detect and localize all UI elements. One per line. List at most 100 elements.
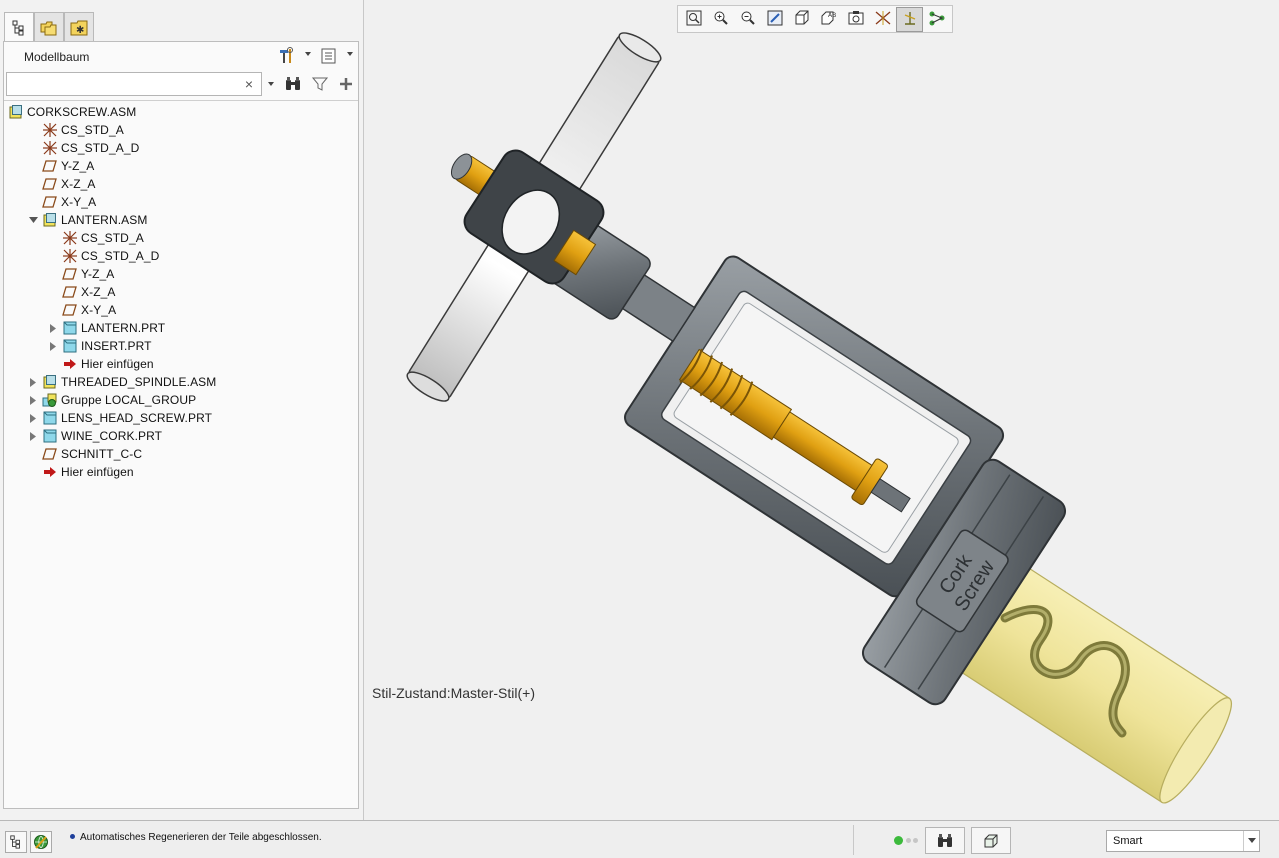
chevron-down-icon[interactable]	[1243, 831, 1259, 851]
view-toolbar: AB	[677, 5, 953, 33]
view-manager-button[interactable]	[842, 7, 869, 32]
tree-item[interactable]: CS_STD_A_D	[28, 139, 139, 157]
tree-item[interactable]: LENS_HEAD_SCREW.PRT	[28, 409, 212, 427]
tree-item[interactable]: X-Z_A	[48, 283, 116, 301]
part-icon	[62, 320, 78, 336]
tree-item[interactable]: Hier einfügen	[48, 355, 154, 373]
expand-arrow-icon[interactable]	[48, 323, 58, 333]
model-tree-panel: Modellbaum × CORKSCREW.ASM CS_STD_A CS_S…	[3, 41, 359, 809]
chevron-down-icon[interactable]	[347, 52, 353, 56]
collapse-arrow-icon[interactable]	[28, 215, 38, 225]
expand-arrow-icon[interactable]	[28, 431, 38, 441]
view-manager-icon	[848, 10, 864, 29]
tree-item-label: LANTERN.PRT	[81, 321, 166, 335]
style-state-label: Stil-Zustand:Master-Stil(+)	[372, 685, 535, 701]
tree-item[interactable]: LANTERN.PRT	[48, 319, 165, 337]
tree-item[interactable]: X-Y_A	[28, 193, 96, 211]
annotation-display-icon	[928, 10, 946, 29]
annotation-display-button[interactable]	[923, 7, 950, 32]
chevron-down-icon[interactable]	[305, 52, 311, 56]
tree-item[interactable]: X-Y_A	[48, 301, 116, 319]
list-settings-icon	[321, 48, 336, 64]
insert-here-arrow-icon	[62, 356, 78, 372]
assembly-icon	[42, 212, 58, 228]
tree-item-label: THREADED_SPINDLE.ASM	[61, 375, 217, 389]
model-tree-tab[interactable]	[4, 12, 34, 43]
find-button[interactable]	[925, 827, 965, 854]
tree-item[interactable]: SCHNITT_C-C	[28, 445, 142, 463]
tree-item[interactable]: CS_STD_A	[28, 121, 124, 139]
refit-icon	[686, 10, 702, 29]
expand-arrow-icon[interactable]	[48, 341, 58, 351]
tree-item[interactable]: Gruppe LOCAL_GROUP	[28, 391, 196, 409]
binoculars-icon	[938, 833, 952, 847]
show-options-button[interactable]	[318, 46, 340, 66]
toggle-browser-button[interactable]	[30, 831, 52, 853]
tree-item-label: LENS_HEAD_SCREW.PRT	[61, 411, 213, 425]
tree-item[interactable]: Y-Z_A	[48, 265, 114, 283]
datum-display-button[interactable]	[869, 7, 896, 32]
csys-display-icon	[902, 9, 918, 30]
status-light-icon	[913, 838, 918, 843]
group-icon	[42, 392, 58, 408]
folder-browser-tab[interactable]	[34, 12, 64, 42]
find-button[interactable]	[282, 74, 304, 94]
expand-arrow-icon[interactable]	[28, 395, 38, 405]
datum-plane-icon	[42, 176, 58, 192]
expand-arrow-icon[interactable]	[28, 413, 38, 423]
plus-icon	[340, 78, 352, 90]
csys-display-button[interactable]	[896, 7, 923, 32]
tree-item-label: Gruppe LOCAL_GROUP	[61, 393, 197, 407]
tree-item[interactable]: CS_STD_A	[48, 229, 144, 247]
tree-item[interactable]: Y-Z_A	[28, 157, 94, 175]
favorites-tab[interactable]: ✱	[64, 12, 94, 42]
model-tree-icon	[12, 20, 24, 36]
tree-item[interactable]: CS_STD_A_D	[48, 247, 159, 265]
model-tree-header: Modellbaum	[4, 42, 358, 70]
tree-item-label: SCHNITT_C-C	[61, 447, 143, 461]
zoom-out-icon	[740, 10, 756, 29]
navigator-tabs: ✱	[4, 12, 94, 43]
part-icon	[62, 338, 78, 354]
tree-item[interactable]: WINE_CORK.PRT	[28, 427, 162, 445]
tree-item[interactable]: INSERT.PRT	[48, 337, 152, 355]
tree-item[interactable]: LANTERN.ASM	[28, 211, 147, 229]
toggle-navigator-button[interactable]	[5, 831, 27, 853]
tree-item[interactable]: CORKSCREW.ASM	[8, 103, 136, 121]
tree-item-label: INSERT.PRT	[81, 339, 152, 353]
insert-here-arrow-icon	[42, 464, 58, 480]
selection-box-button[interactable]	[971, 827, 1011, 854]
expand-arrow-icon[interactable]	[28, 377, 38, 387]
zoom-out-button[interactable]	[734, 7, 761, 32]
datum-plane-icon	[62, 284, 78, 300]
model-tree-title: Modellbaum	[24, 50, 90, 64]
selection-filter-select[interactable]: Smart	[1106, 830, 1260, 852]
regeneration-status-icon	[894, 836, 903, 845]
svg-text:✱: ✱	[76, 25, 84, 36]
settings-tools-button[interactable]	[276, 46, 298, 66]
tree-item[interactable]: Hier einfügen	[28, 463, 134, 481]
add-button[interactable]	[335, 74, 357, 94]
display-style-button[interactable]	[788, 7, 815, 32]
tree-item-label: CORKSCREW.ASM	[27, 105, 137, 119]
tree-item[interactable]: THREADED_SPINDLE.ASM	[28, 373, 216, 391]
zoom-in-button[interactable]	[707, 7, 734, 32]
filter-button[interactable]	[309, 74, 331, 94]
tree-item-label: X-Y_A	[61, 195, 97, 209]
clear-search-icon[interactable]: ×	[245, 76, 253, 92]
refit-button[interactable]	[680, 7, 707, 32]
divider	[853, 825, 854, 855]
search-input[interactable]	[7, 73, 233, 95]
repaint-button[interactable]	[761, 7, 788, 32]
saved-orientations-button[interactable]: AB	[815, 7, 842, 32]
search-history-dropdown[interactable]	[268, 82, 274, 86]
graphics-window[interactable]: Cork Screw AB Stil-Zustand:Master-Stil(+…	[365, 0, 1279, 820]
svg-text:AB: AB	[828, 12, 836, 19]
repaint-icon	[767, 10, 783, 29]
tree-item[interactable]: X-Z_A	[28, 175, 96, 193]
